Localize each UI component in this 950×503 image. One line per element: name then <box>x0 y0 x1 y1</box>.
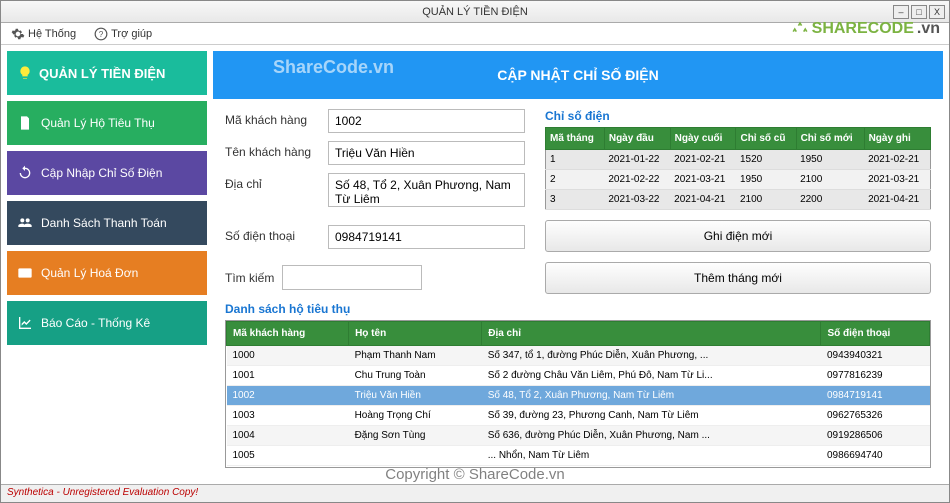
index-table[interactable]: Mã thángNgày đầuNgày cuốiChỉ số cũChỉ số… <box>545 127 931 210</box>
table-row[interactable]: 1000Phạm Thanh NamSố 347, tổ 1, đường Ph… <box>227 346 930 366</box>
addr-label: Địa chỉ <box>225 173 320 191</box>
table-row[interactable]: 1004Đặng Sơn TùngSố 636, đường Phúc Diễn… <box>227 426 930 446</box>
bulb-icon <box>17 65 33 81</box>
col-header[interactable]: Chỉ số cũ <box>736 128 796 150</box>
customer-form: Mã khách hàng Tên khách hàng Địa chỉ Số … <box>225 109 525 294</box>
name-label: Tên khách hàng <box>225 141 320 159</box>
sidebar-item-report[interactable]: Báo Cáo - Thống Kê <box>7 301 207 345</box>
customer-list-label: Danh sách hộ tiêu thụ <box>225 302 931 316</box>
record-button[interactable]: Ghi điện mới <box>545 220 931 252</box>
index-section-label: Chỉ số điện <box>545 109 931 123</box>
col-header[interactable]: Ngày đầu <box>604 128 670 150</box>
col-header[interactable]: Số điện thoại <box>821 322 930 346</box>
sidebar-item-update-index[interactable]: Cập Nhập Chỉ Số Điện <box>7 151 207 195</box>
customer-table[interactable]: Mã khách hàngHọ tênĐịa chỉSố điện thoại … <box>226 321 930 466</box>
table-row[interactable]: 1001Chu Trung ToànSố 2 đường Châu Văn Li… <box>227 366 930 386</box>
table-row[interactable]: 1003Hoàng Trọng ChíSố 39, đường 23, Phươ… <box>227 406 930 426</box>
window-title: QUẢN LÝ TIỀN ĐIỆN <box>422 6 528 18</box>
search-label: Tìm kiếm <box>225 271 274 285</box>
name-input[interactable] <box>328 141 525 165</box>
col-header[interactable]: Địa chỉ <box>482 322 821 346</box>
table-row[interactable]: 32021-03-222021-04-21210022002021-04-21 <box>546 190 931 210</box>
recycle-icon <box>791 20 809 38</box>
sidebar: QUẢN LÝ TIỀN ĐIỆN Quản Lý Hộ Tiêu Thụ Cậ… <box>7 51 207 478</box>
code-label: Mã khách hàng <box>225 109 320 127</box>
table-row[interactable]: 12021-01-222021-02-21152019502021-02-21 <box>546 150 931 170</box>
col-header[interactable]: Chỉ số mới <box>796 128 864 150</box>
help-icon: ? <box>94 27 108 41</box>
code-input[interactable] <box>328 109 525 133</box>
table-row[interactable]: 22021-02-222021-03-21195021002021-03-21 <box>546 170 931 190</box>
users-icon <box>17 215 33 231</box>
table-row[interactable]: 1002Triệu Văn HiềnSố 48, Tổ 2, Xuân Phươ… <box>227 386 930 406</box>
chart-icon <box>17 315 33 331</box>
sidebar-item-invoice[interactable]: Quản Lý Hoá Đơn <box>7 251 207 295</box>
maximize-button[interactable]: □ <box>911 5 927 19</box>
sidebar-item-payment-list[interactable]: Danh Sách Thanh Toán <box>7 201 207 245</box>
close-button[interactable]: X <box>929 5 945 19</box>
menu-help[interactable]: ? Trợ giúp <box>90 25 156 43</box>
watermark-text: ShareCode.vn <box>273 57 394 78</box>
main-header: ShareCode.vn CẬP NHẬT CHỈ SỐ ĐIỆN <box>213 51 943 99</box>
addr-input[interactable]: Số 48, Tổ 2, Xuân Phương, Nam Từ Liêm <box>328 173 525 207</box>
sidebar-title: QUẢN LÝ TIỀN ĐIỆN <box>7 51 207 95</box>
col-header[interactable]: Họ tên <box>349 322 482 346</box>
sidebar-item-household[interactable]: Quản Lý Hộ Tiêu Thụ <box>7 101 207 145</box>
menu-system[interactable]: Hệ Thống <box>7 25 80 43</box>
add-month-button[interactable]: Thêm tháng mới <box>545 262 931 294</box>
minimize-button[interactable]: – <box>893 5 909 19</box>
table-row[interactable]: 1005... Nhổn, Nam Từ Liêm0986694740 <box>227 446 930 466</box>
refresh-icon <box>17 165 33 181</box>
phone-input[interactable] <box>328 225 525 249</box>
search-input[interactable] <box>282 265 422 290</box>
card-icon <box>17 265 33 281</box>
gear-icon <box>11 27 25 41</box>
col-header[interactable]: Mã tháng <box>546 128 605 150</box>
svg-text:?: ? <box>99 29 104 38</box>
document-icon <box>17 115 33 131</box>
col-header[interactable]: Ngày cuối <box>670 128 736 150</box>
logo-overlay: SHARECODE.vn <box>791 20 940 38</box>
col-header[interactable]: Ngày ghi <box>864 128 930 150</box>
col-header[interactable]: Mã khách hàng <box>227 322 349 346</box>
phone-label: Số điện thoại <box>225 225 320 243</box>
statusbar: Synthetica - Unregistered Evaluation Cop… <box>1 484 949 502</box>
main-panel: ShareCode.vn CẬP NHẬT CHỈ SỐ ĐIỆN Mã khá… <box>213 51 943 478</box>
